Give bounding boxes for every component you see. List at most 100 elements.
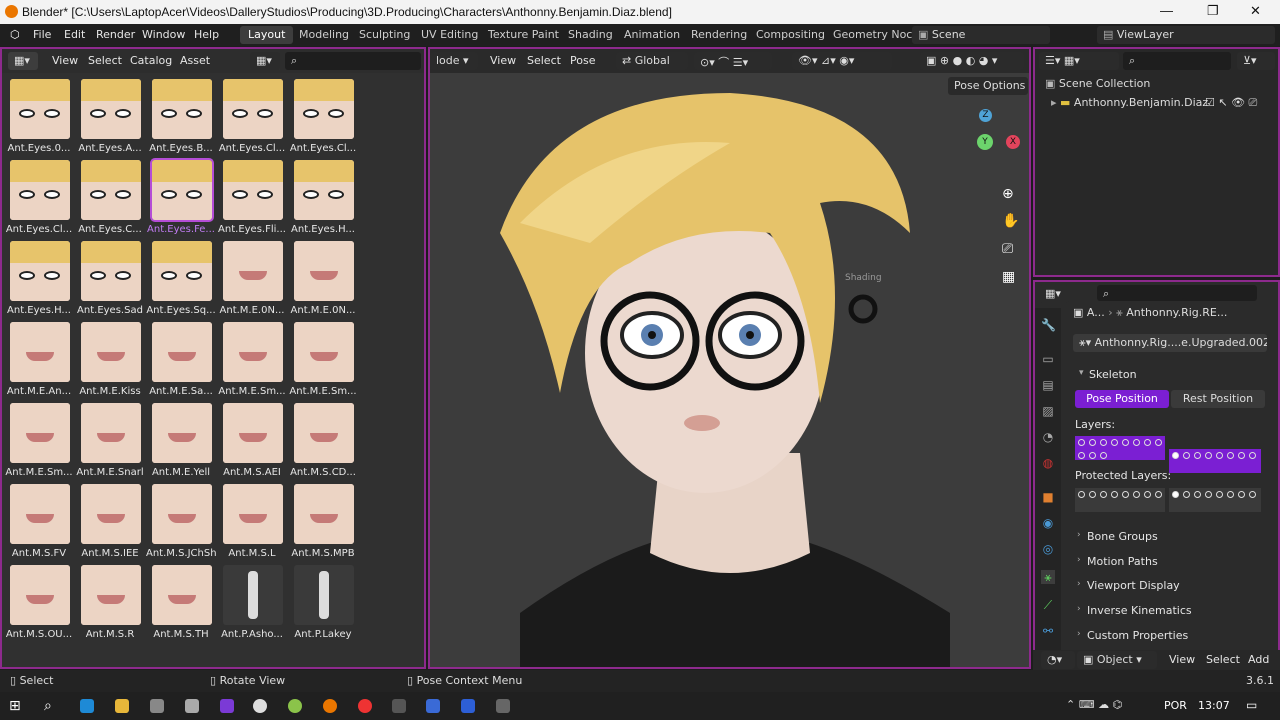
bone-tab-icon[interactable]: ⟋ bbox=[1041, 598, 1055, 612]
skeleton-section-header[interactable]: ▾ Skeleton bbox=[1079, 368, 1137, 381]
app-green-icon[interactable] bbox=[288, 699, 302, 713]
interaction-mode-dropdown[interactable]: lode ▾ bbox=[430, 52, 478, 70]
tab-rendering[interactable]: Rendering bbox=[683, 26, 755, 44]
menu-edit[interactable]: Edit bbox=[64, 28, 85, 41]
armature-datablock[interactable]: ⚹▾ Anthonny.Rig....e.Upgraded.002 bbox=[1073, 334, 1267, 352]
outliner-search-input[interactable]: ⌕ bbox=[1123, 52, 1231, 70]
asset-item[interactable]: Ant.Eyes.Cl... bbox=[288, 77, 358, 157]
edge-icon[interactable] bbox=[80, 699, 94, 713]
asset-item[interactable]: Ant.M.S.TH bbox=[146, 563, 216, 643]
world-tab-icon[interactable]: ◍ bbox=[1041, 456, 1055, 470]
tab-modeling[interactable]: Modeling bbox=[291, 26, 357, 44]
viewport-menu-select[interactable]: Select bbox=[527, 54, 561, 67]
asset-item[interactable]: Ant.M.S.IEE bbox=[75, 482, 145, 562]
tool-tab-icon[interactable]: 🔧 bbox=[1041, 318, 1056, 332]
asset-item[interactable]: Ant.M.E.0N... bbox=[288, 239, 358, 319]
viewport-display-section[interactable]: › Viewport Display bbox=[1077, 579, 1180, 592]
asset-item[interactable]: Ant.M.S.OU... bbox=[4, 563, 74, 643]
asset-item[interactable]: Ant.Eyes.A... bbox=[75, 77, 145, 157]
filter-icon[interactable]: ⊻▾ bbox=[1237, 52, 1275, 70]
protected-layers-grid[interactable] bbox=[1075, 488, 1263, 512]
asset-search-input[interactable]: ⌕ bbox=[285, 52, 421, 70]
app-blue2-icon[interactable] bbox=[461, 699, 475, 713]
tab-animation[interactable]: Animation bbox=[616, 26, 688, 44]
app-blue-icon[interactable] bbox=[426, 699, 440, 713]
close-button[interactable]: ✕ bbox=[1250, 3, 1261, 19]
asset-item[interactable]: Ant.M.E.0N... bbox=[217, 239, 287, 319]
app-dark-icon[interactable] bbox=[392, 699, 406, 713]
inverse-kinematics-section[interactable]: › Inverse Kinematics bbox=[1077, 604, 1192, 617]
outliner-item-anthonny[interactable]: ▸ ▬ Anthonny.Benjamin.Diaz bbox=[1051, 96, 1209, 109]
windows-start-icon[interactable]: ⊞ bbox=[9, 698, 21, 714]
visibility-toggles[interactable]: ☑ ↖ 👁 ⎚ bbox=[1205, 96, 1257, 110]
asset-item[interactable]: Ant.Eyes.Cl... bbox=[217, 77, 287, 157]
bottom-menu-select[interactable]: Select bbox=[1206, 653, 1240, 666]
maximize-button[interactable]: ❐ bbox=[1207, 3, 1219, 19]
notifications-icon[interactable]: ▭ bbox=[1246, 698, 1257, 712]
asset-item[interactable]: Ant.Eyes.Fe... bbox=[146, 158, 216, 238]
object-mode-dropdown[interactable]: ▣ Object ▾ bbox=[1077, 651, 1157, 669]
language-indicator[interactable]: POR bbox=[1164, 699, 1187, 712]
asset-item[interactable]: Ant.M.E.Sm... bbox=[217, 320, 287, 400]
overlay-controls[interactable]: 👁▾ ⊿▾ ◉▾ bbox=[792, 52, 892, 70]
menu-window[interactable]: Window bbox=[142, 28, 185, 41]
object-tab-icon[interactable]: ■ bbox=[1041, 490, 1055, 504]
asset-item[interactable]: Ant.M.S.FV bbox=[4, 482, 74, 562]
scene-collection-row[interactable]: ▣ Scene Collection bbox=[1045, 77, 1150, 90]
app-red-icon[interactable] bbox=[358, 699, 372, 713]
tab-uv-editing[interactable]: UV Editing bbox=[413, 26, 486, 44]
asset-item[interactable]: Ant.P.Asho... bbox=[217, 563, 287, 643]
properties-search-input[interactable]: ⌕ bbox=[1097, 285, 1257, 301]
outliner-editor-controls[interactable]: ☰▾ ▦▾ bbox=[1039, 52, 1119, 70]
asset-item[interactable]: Ant.M.E.Sm... bbox=[4, 401, 74, 481]
zoom-icon[interactable]: ⊕ bbox=[1002, 186, 1014, 202]
asset-item[interactable]: Ant.M.S.CD... bbox=[288, 401, 358, 481]
properties-editor-type[interactable]: ▦▾ bbox=[1039, 285, 1069, 303]
search-icon[interactable]: ⌕ bbox=[44, 698, 52, 714]
menu-help[interactable]: Help bbox=[194, 28, 219, 41]
motion-paths-section[interactable]: › Motion Paths bbox=[1077, 555, 1158, 568]
scene-tab-icon[interactable]: ◔ bbox=[1041, 430, 1055, 444]
editor-type-icon[interactable]: ▦▾ bbox=[8, 52, 38, 70]
asset-menu-catalog[interactable]: Catalog bbox=[130, 54, 172, 67]
armature-data-tab-icon[interactable]: ⚹ bbox=[1041, 570, 1055, 584]
asset-item[interactable]: Ant.P.Lakey bbox=[288, 563, 358, 643]
bottom-menu-view[interactable]: View bbox=[1169, 653, 1195, 666]
view-layer-tab-icon[interactable]: ▨ bbox=[1041, 404, 1055, 418]
asset-item[interactable]: Ant.M.E.Kiss bbox=[75, 320, 145, 400]
pose-position-button[interactable]: Pose Position bbox=[1075, 390, 1169, 408]
3d-viewport[interactable]: lode ▾ View Select Pose ⇄ Global ⊙▾ ⌒ ☰▾… bbox=[428, 47, 1031, 669]
physics-tab-icon[interactable]: ◎ bbox=[1041, 542, 1055, 556]
asset-item[interactable]: Ant.M.S.L bbox=[217, 482, 287, 562]
tab-texture-paint[interactable]: Texture Paint bbox=[480, 26, 567, 44]
blender-menu-icon[interactable]: ⬡ bbox=[10, 28, 20, 41]
asset-item[interactable]: Ant.Eyes.H... bbox=[288, 158, 358, 238]
display-mode-icon[interactable]: ▦▾ bbox=[250, 52, 280, 70]
rest-position-button[interactable]: Rest Position bbox=[1171, 390, 1265, 408]
render-tab-icon[interactable]: ▭ bbox=[1041, 352, 1055, 366]
asset-item[interactable]: Ant.Eyes.Fli... bbox=[217, 158, 287, 238]
bone-constraint-tab-icon[interactable]: ⚯ bbox=[1041, 624, 1055, 638]
custom-properties-section[interactable]: › Custom Properties bbox=[1077, 629, 1188, 642]
menu-render[interactable]: Render bbox=[96, 28, 135, 41]
bone-groups-section[interactable]: › Bone Groups bbox=[1077, 530, 1158, 543]
asset-item[interactable]: Ant.M.E.Sa... bbox=[146, 320, 216, 400]
viewport-menu-view[interactable]: View bbox=[490, 54, 516, 67]
blender-taskbar-icon[interactable] bbox=[323, 699, 337, 713]
asset-item[interactable]: Ant.M.E.An... bbox=[4, 320, 74, 400]
layers-grid[interactable] bbox=[1075, 436, 1263, 473]
system-tray-icons[interactable]: ⌃ ⌨ ☁ ⌬ bbox=[1066, 698, 1122, 711]
asset-item[interactable]: Ant.Eyes.Sad bbox=[75, 239, 145, 319]
transform-orientation-dropdown[interactable]: ⇄ Global bbox=[616, 52, 688, 70]
app-grey-icon[interactable] bbox=[496, 699, 510, 713]
asset-item[interactable]: Ant.Eyes.Cl... bbox=[4, 158, 74, 238]
asset-menu-asset[interactable]: Asset bbox=[180, 54, 210, 67]
file-explorer-icon[interactable] bbox=[115, 699, 129, 713]
asset-item[interactable]: Ant.M.E.Snarl bbox=[75, 401, 145, 481]
snapping-controls[interactable]: ⊙▾ ⌒ ☰▾ bbox=[694, 52, 772, 70]
tab-compositing[interactable]: Compositing bbox=[748, 26, 833, 44]
pose-options-dropdown[interactable]: Pose Options bbox=[948, 77, 1028, 95]
view-layer-selector[interactable]: ▤ ViewLayer bbox=[1097, 26, 1275, 44]
notepad-icon[interactable] bbox=[185, 699, 199, 713]
bottom-menu-add[interactable]: Add bbox=[1248, 653, 1269, 666]
